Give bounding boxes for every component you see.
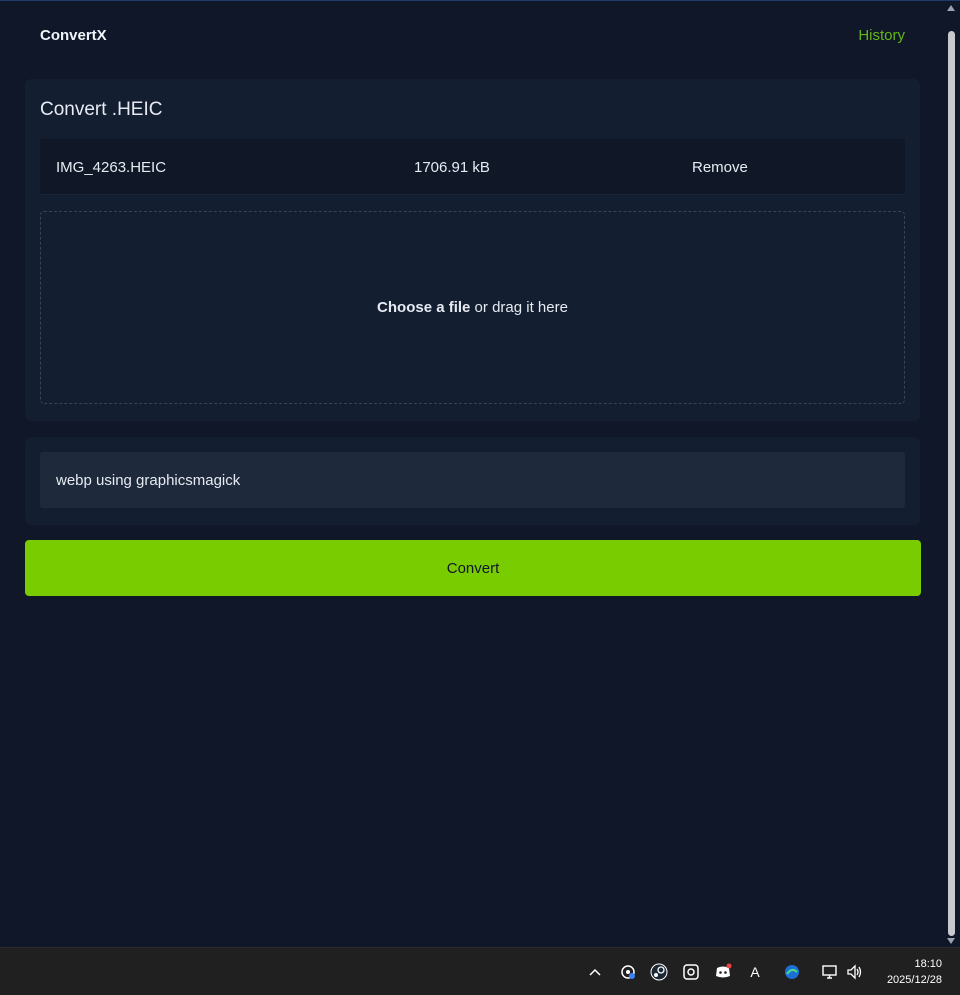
page-title: Convert .HEIC (40, 99, 163, 120)
scrollbar[interactable] (943, 1, 960, 948)
remove-file-button[interactable]: Remove (692, 159, 748, 176)
scrollbar-thumb[interactable] (948, 31, 955, 936)
file-dropzone[interactable]: Choose a file or drag it here (40, 211, 905, 404)
browser-window: ConvertX History Convert .HEIC IMG_4263.… (0, 0, 960, 948)
file-size: 1706.91 kB (414, 159, 490, 176)
ime-icon[interactable]: A (745, 962, 765, 982)
app-header: ConvertX History (0, 1, 943, 71)
volume-icon[interactable] (845, 962, 865, 982)
clock-date: 2025/12/28 (886, 974, 942, 986)
scroll-down-icon[interactable] (947, 938, 955, 944)
display-icon[interactable] (820, 962, 840, 982)
target-format-select[interactable]: webp using graphicsmagick (40, 452, 905, 508)
capture-icon[interactable] (681, 962, 701, 982)
history-link[interactable]: History (858, 27, 905, 44)
choose-file-label[interactable]: Choose a file (377, 299, 470, 316)
drag-label: or drag it here (470, 299, 568, 316)
scroll-up-icon[interactable] (947, 5, 955, 11)
file-name: IMG_4263.HEIC (56, 159, 167, 176)
taskbar: A 18:10 2025/12/28 (0, 947, 960, 995)
steam-icon[interactable] (649, 962, 669, 982)
chevron-up-icon[interactable] (585, 962, 605, 982)
clock-time: 18:10 (914, 958, 942, 970)
upload-card: Convert .HEIC IMG_4263.HEIC 1706.91 kB R… (25, 79, 920, 421)
file-row: IMG_4263.HEIC 1706.91 kB Remove (40, 139, 905, 195)
edge-icon[interactable] (782, 962, 802, 982)
system-clock[interactable]: 18:10 2025/12/28 (887, 956, 942, 988)
discord-icon[interactable] (713, 962, 733, 982)
convert-button[interactable]: Convert (25, 540, 921, 596)
network-gear-icon[interactable] (618, 962, 638, 982)
dropzone-text: Choose a file or drag it here (377, 299, 568, 316)
target-card: webp using graphicsmagick (25, 437, 920, 525)
brand-logo[interactable]: ConvertX (40, 27, 107, 44)
